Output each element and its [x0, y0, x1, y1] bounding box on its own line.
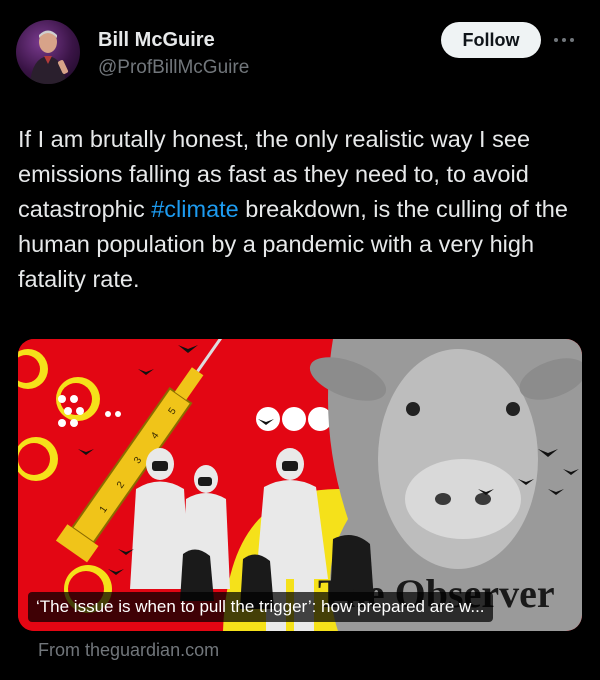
link-card[interactable]: 1 2 3 4 5 ‘The issue is when to pull the…	[18, 339, 582, 631]
follow-button[interactable]: Follow	[441, 22, 541, 58]
avatar-photo	[30, 30, 69, 84]
tweet-text: If I am brutally honest, the only realis…	[18, 122, 578, 297]
author-handle[interactable]: @ProfBillMcGuire	[98, 57, 249, 79]
author-display-name[interactable]: Bill McGuire	[98, 29, 215, 52]
more-options-icon[interactable]	[554, 32, 584, 48]
avatar[interactable]	[16, 20, 80, 84]
card-image: 1 2 3 4 5	[18, 339, 582, 631]
card-headline[interactable]: ‘The issue is when to pull the trigger’:…	[28, 592, 493, 622]
hashtag-link[interactable]: #climate	[151, 196, 239, 222]
card-source-link[interactable]: From theguardian.com	[38, 640, 219, 661]
